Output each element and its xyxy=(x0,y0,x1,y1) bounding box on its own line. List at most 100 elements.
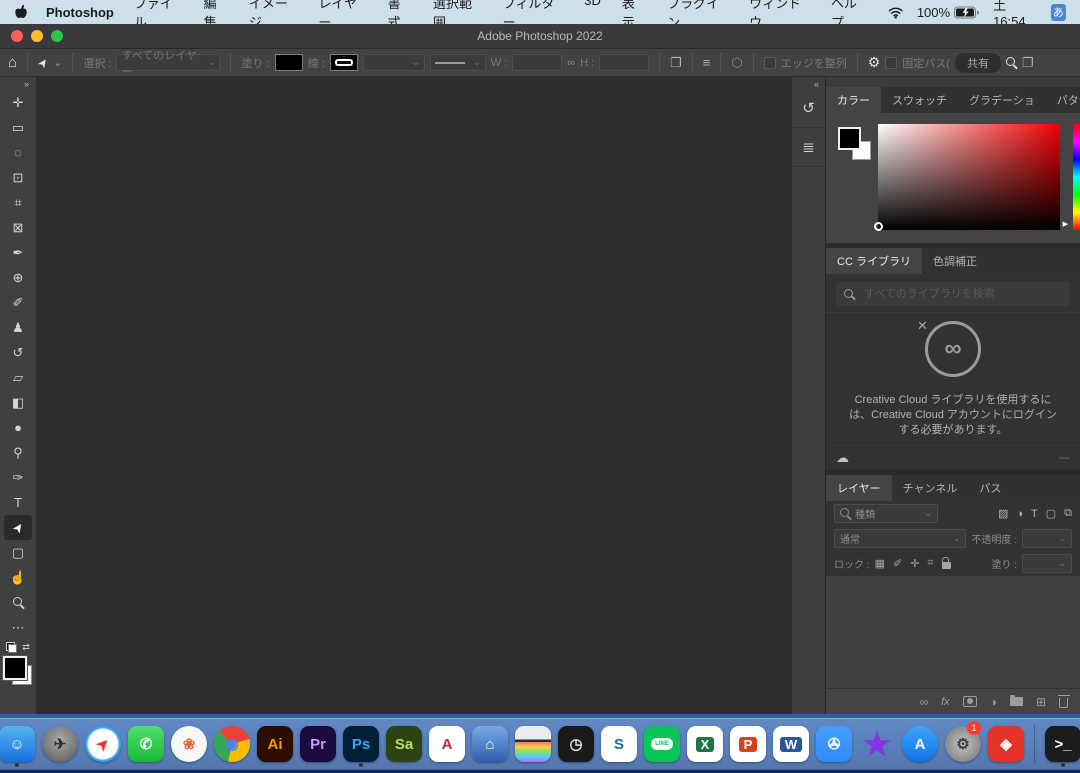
current-tool-icon[interactable]: ➤ xyxy=(34,54,51,70)
height-field[interactable] xyxy=(599,54,649,71)
dock-line[interactable]: LINE xyxy=(643,721,681,767)
new-adjustment-layer-icon[interactable]: ◑ xyxy=(990,695,997,709)
apple-menu[interactable] xyxy=(14,4,28,20)
panel-resize-handle[interactable]: — xyxy=(1059,452,1070,464)
filter-shape-layers-icon[interactable]: ▢ xyxy=(1046,507,1056,520)
title-bar[interactable]: Adobe Photoshop 2022 xyxy=(0,24,1080,49)
pen-tool[interactable]: ✑ xyxy=(4,465,32,490)
gradient-tool[interactable]: ◧ xyxy=(4,390,32,415)
opacity-field[interactable]: ⌄ xyxy=(1022,529,1072,548)
dock-safari[interactable]: ➤ xyxy=(84,721,122,767)
filter-pixel-layers-icon[interactable]: ▨ xyxy=(998,507,1008,520)
tab-チャンネル[interactable]: チャンネル xyxy=(892,475,969,501)
dock-disk-speed-test[interactable]: ◷ xyxy=(557,721,595,767)
active-app-name[interactable]: Photoshop xyxy=(46,5,114,20)
fixed-path-checkbox[interactable] xyxy=(885,57,897,69)
dock-app-store[interactable]: A xyxy=(901,721,939,767)
tab-レイヤー[interactable]: レイヤー xyxy=(826,475,892,501)
dock-chrome[interactable]: ◉ xyxy=(213,721,251,767)
delete-layer-icon[interactable] xyxy=(1059,698,1068,708)
saturation-brightness-field[interactable] xyxy=(878,124,1060,230)
dock-word[interactable]: W xyxy=(772,721,810,767)
zoom-tool[interactable] xyxy=(4,590,32,615)
tab-スウォッチ[interactable]: スウォッチ xyxy=(881,87,958,113)
stroke-swatch[interactable] xyxy=(330,54,358,71)
link-layers-icon[interactable]: ∞ xyxy=(920,695,929,709)
width-field[interactable] xyxy=(512,54,562,71)
lasso-tool[interactable]: ◌ xyxy=(4,140,32,165)
hue-slider[interactable] xyxy=(1073,124,1080,230)
move-tool[interactable]: ✛ xyxy=(4,90,32,115)
frame-tool[interactable]: ⊠ xyxy=(4,215,32,240)
home-icon[interactable]: ⌂ xyxy=(8,54,17,71)
spot-healing-brush-tool[interactable]: ⊕ xyxy=(4,265,32,290)
fill-opacity-field[interactable]: ⌄ xyxy=(1022,554,1072,573)
swap-colors-icon[interactable]: ⇄ xyxy=(22,642,30,653)
dock-red-utility-app[interactable]: ◈ xyxy=(987,721,1025,767)
share-button[interactable]: 共有 xyxy=(955,53,1001,73)
eraser-tool[interactable]: ▱ xyxy=(4,365,32,390)
lock-position-icon[interactable]: ✛ xyxy=(910,557,919,570)
dock-system-preferences[interactable]: ⚙1 xyxy=(944,721,982,767)
workspace-switcher-icon[interactable]: ❐ xyxy=(1022,55,1034,71)
lock-all-icon[interactable] xyxy=(942,562,951,569)
library-search-box[interactable] xyxy=(836,282,1070,306)
lock-artboard-icon[interactable]: ⌗ xyxy=(927,557,933,570)
edit-toolbar[interactable]: ⋯ xyxy=(4,615,32,640)
lock-image-pixels-icon[interactable]: ✐ xyxy=(893,557,902,570)
3d-mode-icon[interactable]: ⬡ xyxy=(731,55,742,71)
default-colors-icon[interactable] xyxy=(6,642,17,653)
dock-photos[interactable]: ❀ xyxy=(170,721,208,767)
dock-facetime[interactable]: ✆ xyxy=(127,721,165,767)
stroke-type-dropdown[interactable]: ⌄ xyxy=(430,54,486,71)
properties-panel-icon[interactable]: ≣ xyxy=(792,128,826,167)
layer-list[interactable] xyxy=(826,576,1080,688)
rectangle-tool[interactable]: ▢ xyxy=(4,540,32,565)
rectangular-marquee-tool[interactable]: ▭ xyxy=(4,115,32,140)
add-layer-mask-icon[interactable] xyxy=(963,696,977,707)
library-search-input[interactable] xyxy=(862,287,1062,301)
blur-tool[interactable]: ● xyxy=(4,415,32,440)
tab-CC ライブラリ[interactable]: CC ライブラリ xyxy=(826,248,922,274)
filter-type-layers-icon[interactable]: T xyxy=(1031,508,1038,520)
dock-illustrator[interactable]: Ai xyxy=(256,721,294,767)
layer-arrangement-icon[interactable]: ❐ xyxy=(670,55,682,71)
layer-style-icon[interactable]: fx xyxy=(941,696,950,708)
crop-tool[interactable]: ⌗ xyxy=(4,190,32,215)
dock-powerpoint[interactable]: P xyxy=(729,721,767,767)
new-layer-icon[interactable]: ⊞ xyxy=(1036,695,1046,709)
new-group-icon[interactable] xyxy=(1010,697,1023,706)
path-selection-tool[interactable]: ➤ xyxy=(4,515,32,540)
search-icon[interactable] xyxy=(1006,57,1017,68)
dock-launchpad[interactable]: ✈ xyxy=(41,721,79,767)
dock-sweet-home-3d[interactable]: ⌂ xyxy=(471,721,509,767)
dock-imovie[interactable]: ★ xyxy=(858,721,896,767)
dock-autocad[interactable]: A xyxy=(428,721,466,767)
align-icon[interactable]: ≡ xyxy=(703,55,711,70)
dock-substance-sampler[interactable]: Sa xyxy=(385,721,423,767)
blend-mode-dropdown[interactable]: 通常 ⌄ xyxy=(834,529,966,548)
history-panel-icon[interactable]: ↺ xyxy=(792,89,826,128)
dock-final-cut-pro[interactable] xyxy=(514,721,552,767)
tool-preset-chevron-icon[interactable]: ⌄ xyxy=(53,56,62,69)
foreground-color-swatch[interactable] xyxy=(838,127,861,150)
dock-terminal[interactable]: >_ xyxy=(1044,721,1080,767)
tab-グラデーショ[interactable]: グラデーショ xyxy=(958,87,1046,113)
cloud-sync-icon[interactable]: ☁ xyxy=(836,450,849,466)
filter-smart-objects-icon[interactable]: ⧉ xyxy=(1064,507,1072,520)
tab-パス[interactable]: パス xyxy=(968,475,1012,501)
filter-adjustment-layers-icon[interactable]: ◑ xyxy=(1016,508,1023,520)
dock-finder[interactable]: ☺ xyxy=(0,721,36,767)
toolbar-collapse-icon[interactable]: » xyxy=(24,77,36,90)
canvas-area[interactable] xyxy=(37,77,791,714)
stroke-width-dropdown[interactable]: ⌄ xyxy=(363,54,425,71)
input-source-icon[interactable]: あ xyxy=(1051,4,1066,21)
zoom-window-button[interactable] xyxy=(51,30,63,42)
dock-excel[interactable]: X xyxy=(686,721,724,767)
hand-tool[interactable]: ☝ xyxy=(4,565,32,590)
fill-swatch[interactable] xyxy=(275,54,303,71)
close-button[interactable] xyxy=(11,30,23,42)
object-selection-tool[interactable]: ⊡ xyxy=(4,165,32,190)
lock-transparent-pixels-icon[interactable]: ▦ xyxy=(875,557,885,570)
tab-色調補正[interactable]: 色調補正 xyxy=(922,248,988,274)
